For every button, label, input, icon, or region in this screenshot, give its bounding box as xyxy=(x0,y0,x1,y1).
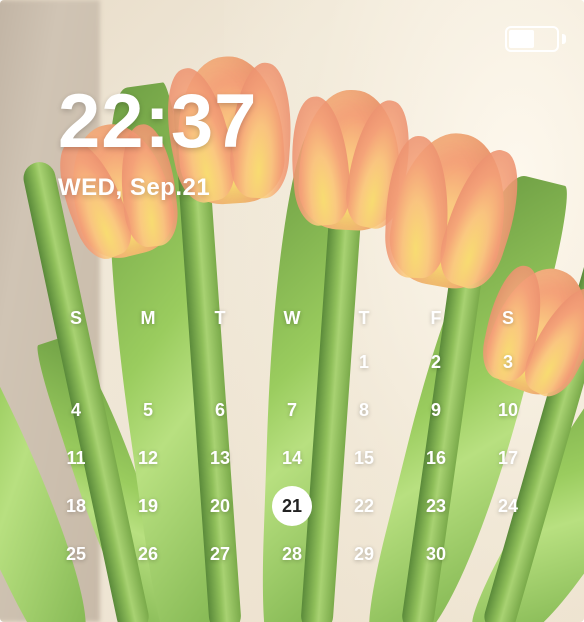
calendar-day[interactable]: 13 xyxy=(184,434,256,482)
calendar-day[interactable]: 19 xyxy=(112,482,184,530)
calendar-day[interactable]: 1 xyxy=(328,338,400,386)
calendar-empty-cell xyxy=(184,338,256,386)
calendar-day[interactable]: 22 xyxy=(328,482,400,530)
calendar-day[interactable]: 8 xyxy=(328,386,400,434)
clock-date: WED, Sep.21 xyxy=(58,174,257,202)
calendar-day[interactable]: 5 xyxy=(112,386,184,434)
calendar-weekday: M xyxy=(112,298,184,338)
calendar-day[interactable]: 16 xyxy=(400,434,472,482)
calendar-weekday: F xyxy=(400,298,472,338)
calendar-empty-cell xyxy=(40,338,112,386)
calendar-day[interactable]: 7 xyxy=(256,386,328,434)
battery-fill xyxy=(509,30,534,48)
clock-time: 22:37 xyxy=(58,84,257,160)
calendar-weekday: S xyxy=(40,298,112,338)
calendar-day[interactable]: 15 xyxy=(328,434,400,482)
calendar-day[interactable]: 24 xyxy=(472,482,544,530)
calendar-day[interactable]: 29 xyxy=(328,530,400,578)
calendar-day[interactable]: 12 xyxy=(112,434,184,482)
calendar-day[interactable]: 28 xyxy=(256,530,328,578)
calendar-weekday: W xyxy=(256,298,328,338)
calendar-week-row: 181920 21 222324 xyxy=(40,482,544,530)
clock-widget[interactable]: 22:37 WED, Sep.21 xyxy=(58,84,257,202)
calendar-day-today[interactable]: 21 xyxy=(256,482,328,530)
battery-body-icon xyxy=(505,26,559,52)
calendar-header-row: SMTWTFS xyxy=(40,298,544,338)
calendar-day[interactable]: 3 xyxy=(472,338,544,386)
calendar-day[interactable]: 4 xyxy=(40,386,112,434)
calendar-day[interactable]: 25 xyxy=(40,530,112,578)
calendar-day[interactable]: 14 xyxy=(256,434,328,482)
calendar-week-row: 252627282930 xyxy=(40,530,544,578)
calendar-week-row: 123 xyxy=(40,338,544,386)
calendar-day[interactable]: 27 xyxy=(184,530,256,578)
calendar-weekday: T xyxy=(328,298,400,338)
calendar-day[interactable]: 11 xyxy=(40,434,112,482)
calendar-empty-cell xyxy=(112,338,184,386)
calendar-empty-cell xyxy=(256,338,328,386)
calendar-day[interactable]: 2 xyxy=(400,338,472,386)
calendar-day[interactable]: 17 xyxy=(472,434,544,482)
calendar-day[interactable]: 23 xyxy=(400,482,472,530)
calendar-day[interactable]: 26 xyxy=(112,530,184,578)
calendar-week-row: 45678910 xyxy=(40,386,544,434)
calendar-day[interactable]: 10 xyxy=(472,386,544,434)
calendar-today-bubble: 21 xyxy=(272,486,312,526)
calendar-day[interactable]: 30 xyxy=(400,530,472,578)
calendar-day[interactable]: 20 xyxy=(184,482,256,530)
calendar-day[interactable]: 6 xyxy=(184,386,256,434)
calendar-day[interactable]: 18 xyxy=(40,482,112,530)
battery-cap-icon xyxy=(562,34,566,44)
battery-indicator xyxy=(505,26,566,52)
calendar-week-row: 11121314151617 xyxy=(40,434,544,482)
calendar-weekday: T xyxy=(184,298,256,338)
calendar-day[interactable]: 9 xyxy=(400,386,472,434)
calendar-widget[interactable]: SMTWTFS123456789101112131415161718192021… xyxy=(40,298,544,578)
calendar-weekday: S xyxy=(472,298,544,338)
